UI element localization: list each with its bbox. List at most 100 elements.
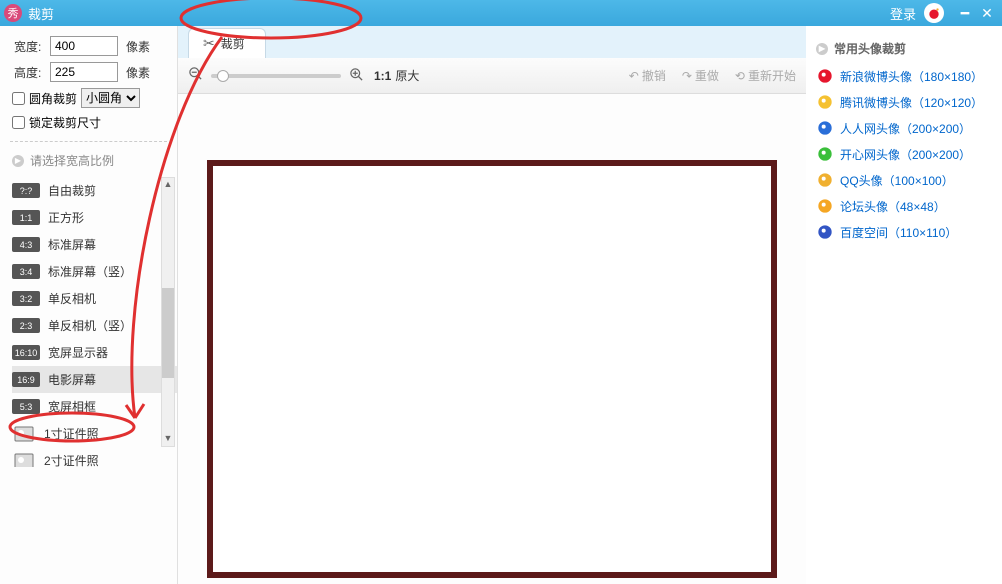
ratio-item[interactable]: 1:1 正方形 [12, 204, 177, 231]
ratio-section-title: ▶ 请选择宽高比例 [12, 152, 177, 169]
toolbar: 1:1 原大 ↶撤销 ↷重做 ⟲重新开始 [178, 58, 806, 94]
ratio-item[interactable]: 5:3 宽屏相框 [12, 393, 177, 420]
app-logo-icon: 秀 [4, 4, 22, 22]
round-crop-checkbox[interactable] [12, 92, 25, 105]
preset-icon [816, 223, 834, 241]
preset-item[interactable]: 论坛头像（48×48） [816, 197, 992, 215]
ratio-item[interactable]: 2:3 单反相机（竖） [12, 312, 177, 339]
right-sidebar: ▶ 常用头像裁剪 新浪微博头像（180×180） 腾讯微博头像（120×120） 人… [806, 26, 1002, 584]
tab-row: ✂ 裁剪 [178, 26, 806, 58]
ratio-item[interactable]: 4:3标准屏幕 [12, 231, 177, 258]
content-area: 宽度: 像素 高度: 像素 圆角裁剪 小圆角 锁定裁剪尺寸 ▶ 请选择宽高比例 … [0, 26, 1002, 584]
undo-button[interactable]: ↶撤销 [629, 67, 666, 84]
center-panel: ✂ 裁剪 1:1 原大 ↶撤销 ↷重做 ⟲重新开始 [178, 26, 806, 584]
chevron-right-icon: ▶ [12, 155, 24, 167]
zoom-in-icon[interactable] [349, 67, 364, 85]
preset-icon [816, 93, 834, 111]
lock-size-checkbox[interactable] [12, 116, 25, 129]
ratio-badge: 3:4 [12, 264, 40, 279]
ratio-label: 1寸证件照 [44, 425, 99, 442]
scroll-down-icon[interactable]: ▼ [162, 433, 174, 445]
left-sidebar: 宽度: 像素 高度: 像素 圆角裁剪 小圆角 锁定裁剪尺寸 ▶ 请选择宽高比例 … [0, 26, 178, 584]
zoom-slider-thumb[interactable] [217, 70, 229, 82]
separator [10, 141, 167, 142]
titlebar: 秀 裁剪 登录 ━ ✕ [0, 0, 1002, 26]
preset-item[interactable]: 百度空间（110×110） [816, 223, 992, 241]
width-unit: 像素 [126, 38, 150, 55]
preset-icon [816, 145, 834, 163]
ratio-label: 宽屏相框 [48, 398, 96, 415]
preset-icon [816, 171, 834, 189]
width-label: 宽度: [14, 38, 50, 55]
ratio-item[interactable]: 16:10 宽屏显示器 [12, 339, 177, 366]
lock-size-row: 锁定裁剪尺寸 [12, 114, 167, 131]
redo-button[interactable]: ↷重做 [682, 67, 719, 84]
restart-icon: ⟲ [735, 69, 745, 83]
scrollbar-thumb[interactable] [162, 288, 174, 378]
zoom-group: 1:1 原大 [188, 66, 419, 85]
ratio-title-text: 请选择宽高比例 [30, 152, 114, 169]
ratio-badge: 1:1 [12, 210, 40, 225]
ratio-label: 电影屏幕 [48, 371, 96, 388]
height-input[interactable] [50, 62, 118, 82]
chevron-right-icon: ▶ [816, 43, 828, 55]
restart-button[interactable]: ⟲重新开始 [735, 67, 796, 84]
tab-label: 裁剪 [221, 35, 245, 52]
scrollbar[interactable]: ▲ ▼ [161, 177, 175, 447]
preset-title: ▶ 常用头像裁剪 [816, 40, 992, 57]
tab-crop[interactable]: ✂ 裁剪 [188, 28, 266, 58]
minimize-button[interactable]: ━ [954, 3, 976, 23]
ratio-item[interactable]: 1寸证件照 [12, 420, 177, 447]
width-input[interactable] [50, 36, 118, 56]
weibo-icon[interactable] [924, 3, 944, 23]
preset-label: 论坛头像（48×48） [840, 198, 946, 215]
preset-item[interactable]: 新浪微博头像（180×180） [816, 67, 992, 85]
preset-label: 人人网头像（200×200） [840, 120, 971, 137]
preset-item[interactable]: 人人网头像（200×200） [816, 119, 992, 137]
preset-title-text: 常用头像裁剪 [834, 40, 906, 57]
zoom-slider[interactable] [211, 74, 341, 78]
canvas-area[interactable] [178, 94, 806, 584]
ratio-label: 自由裁剪 [48, 182, 96, 199]
preset-label: 腾讯微博头像（120×120） [840, 94, 983, 111]
preset-item[interactable]: 开心网头像（200×200） [816, 145, 992, 163]
ratio-badge: 4:3 [12, 237, 40, 252]
ratio-item[interactable]: 2寸证件照 [12, 447, 177, 467]
preset-list: 新浪微博头像（180×180） 腾讯微博头像（120×120） 人人网头像（200×… [816, 67, 992, 241]
round-crop-select[interactable]: 小圆角 [81, 88, 140, 108]
ratio-label: 正方形 [48, 209, 84, 226]
zoom-out-icon[interactable] [188, 66, 203, 85]
undo-icon: ↶ [629, 69, 639, 83]
ratio-list: ?:?自由裁剪1:1正方形4:3标准屏幕3:4标准屏幕（竖）3:2单反相机2:3… [12, 177, 177, 467]
ratio-label: 标准屏幕（竖） [48, 263, 132, 280]
preset-icon [816, 67, 834, 85]
ratio-item[interactable]: 3:2单反相机 [12, 285, 177, 312]
zoom-full-button[interactable]: 原大 [395, 67, 419, 84]
preset-item[interactable]: 腾讯微博头像（120×120） [816, 93, 992, 111]
preset-item[interactable]: QQ头像（100×100） [816, 171, 992, 189]
preset-label: QQ头像（100×100） [840, 172, 954, 189]
ratio-badge: 5:3 [12, 399, 40, 414]
crop-rectangle[interactable] [207, 160, 777, 578]
ratio-label: 2寸证件照 [44, 452, 99, 467]
ratio-item[interactable]: 3:4 标准屏幕（竖） [12, 258, 177, 285]
ratio-badge: 2:3 [12, 318, 40, 333]
ratio-item[interactable]: ?:? 自由裁剪 [12, 177, 177, 204]
preset-label: 开心网头像（200×200） [840, 146, 971, 163]
scissors-icon: ✂ [203, 35, 215, 52]
ratio-badge: 16:10 [12, 345, 40, 360]
scroll-up-icon[interactable]: ▲ [162, 179, 174, 191]
preset-icon [816, 197, 834, 215]
preset-label: 新浪微博头像（180×180） [840, 68, 983, 85]
height-unit: 像素 [126, 64, 150, 81]
ratio-item[interactable]: 16:9电影屏幕 [12, 366, 177, 393]
zoom-1-1-button[interactable]: 1:1 [374, 69, 391, 83]
ratio-badge: ?:? [12, 183, 40, 198]
height-row: 高度: 像素 [14, 62, 167, 82]
lock-size-label: 锁定裁剪尺寸 [29, 114, 101, 131]
app-title: 裁剪 [28, 4, 890, 23]
ratio-label: 宽屏显示器 [48, 344, 108, 361]
close-button[interactable]: ✕ [976, 3, 998, 23]
ratio-label: 单反相机（竖） [48, 317, 132, 334]
login-link[interactable]: 登录 [890, 4, 916, 23]
